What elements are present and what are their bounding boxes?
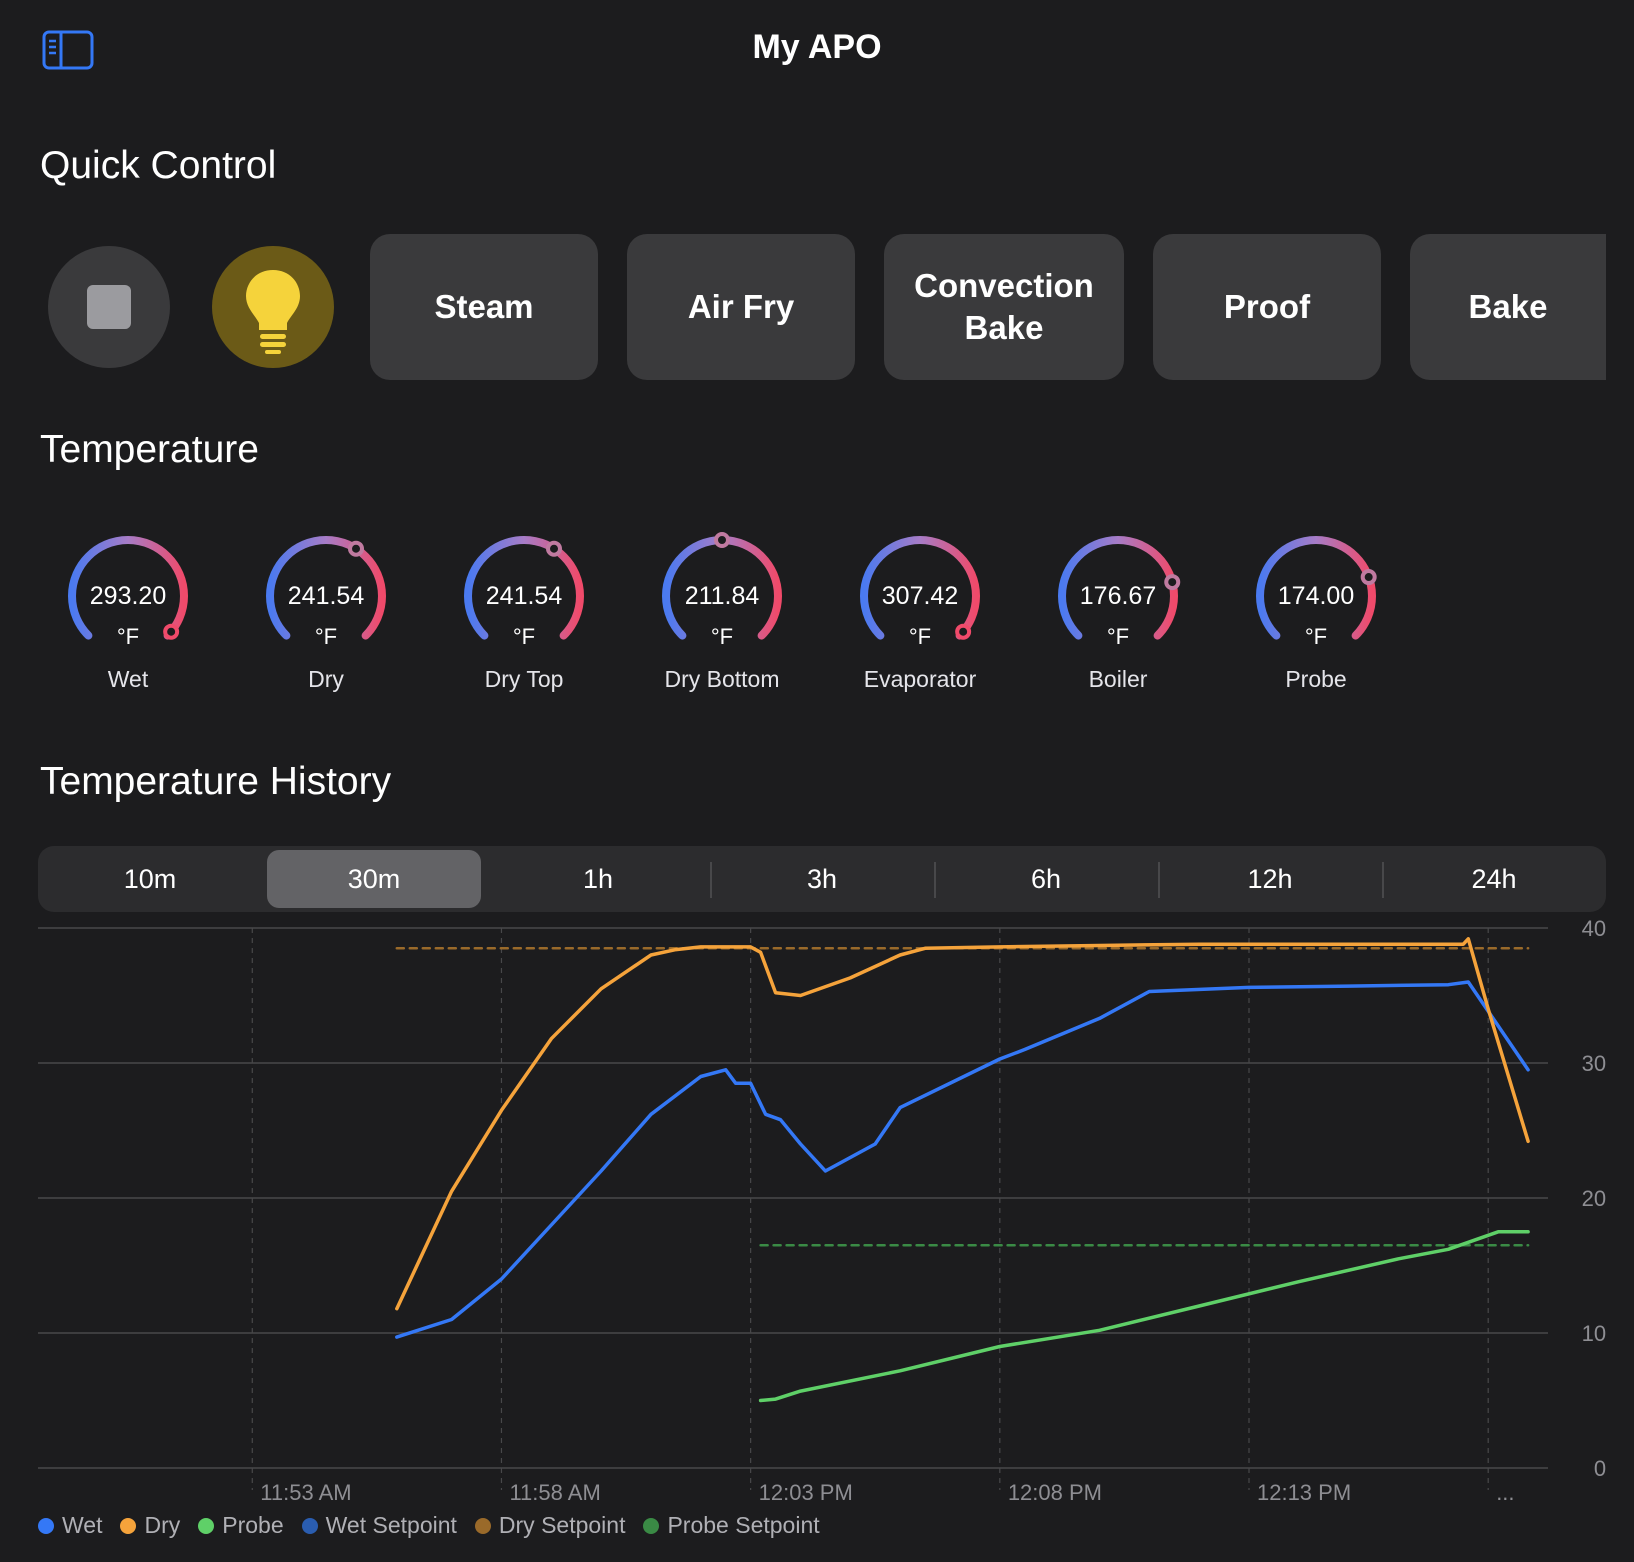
range-30m[interactable]: 30m — [267, 850, 481, 908]
legend-label: Wet — [62, 1512, 103, 1538]
gauge-label: Probe — [1285, 666, 1347, 692]
quick-control-title: Quick Control — [40, 144, 277, 187]
mode-button-steam[interactable]: Steam — [370, 234, 598, 380]
gauge-indicator — [546, 540, 563, 557]
range-1h[interactable]: 1h — [486, 846, 710, 912]
gauge-label: Boiler — [1088, 666, 1148, 692]
legend-item-wet: Wet — [38, 1512, 102, 1539]
gauge-wet: 293.20 °F Wet — [48, 528, 208, 698]
gauge-value: 293.20 — [89, 582, 167, 610]
legend-item-dry-setpoint: Dry Setpoint — [474, 1512, 626, 1539]
series-line-probe — [758, 1230, 1530, 1403]
range-6h[interactable]: 6h — [934, 846, 1158, 912]
range-24h[interactable]: 24h — [1382, 846, 1606, 912]
x-tick-label: 12:13 PM — [1257, 1480, 1351, 1500]
temperature-history-title: Temperature History — [40, 760, 392, 803]
gauge-dry-bottom: 211.84 °F Dry Bottom — [642, 528, 802, 698]
y-tick-label: 100 — [1582, 1321, 1606, 1346]
gauge-value: 241.54 — [287, 582, 365, 610]
legend-label: Wet Setpoint — [325, 1512, 457, 1538]
gauge-value: 307.42 — [881, 582, 959, 610]
gauge-dry: 241.54 °F Dry — [246, 528, 406, 698]
gauge-probe: 174.00 °F Probe — [1236, 528, 1396, 698]
legend-label: Dry — [144, 1512, 181, 1538]
range-3h[interactable]: 3h — [710, 846, 934, 912]
legend-dot — [198, 1517, 215, 1534]
legend-item-dry: Dry — [120, 1512, 180, 1539]
mode-button-convection-bake[interactable]: Convection Bake — [884, 234, 1124, 380]
gauge-evaporator: 307.42 °F Evaporator — [840, 528, 1000, 698]
lightbulb-icon — [246, 270, 300, 354]
gauge-indicator — [714, 532, 730, 548]
series-line-wet — [395, 980, 1530, 1339]
stop-square-icon — [87, 285, 131, 329]
mode-button-bake[interactable]: Bake — [1410, 234, 1606, 380]
gauge-unit: °F — [1106, 624, 1130, 649]
mode-button-air-fry[interactable]: Air Fry — [627, 234, 855, 380]
gauge-boiler: 176.67 °F Boiler — [1038, 528, 1198, 698]
series-line-dry — [395, 937, 1530, 1311]
legend-label: Probe Setpoint — [667, 1512, 820, 1538]
x-tick-label: 12:08 PM — [1008, 1480, 1102, 1500]
y-tick-label: 300 — [1582, 1051, 1606, 1076]
x-tick-label: 11:53 AM — [260, 1480, 351, 1500]
legend-dot — [120, 1517, 137, 1534]
range-10m[interactable]: 10m — [38, 846, 262, 912]
gauge-unit: °F — [1304, 624, 1328, 649]
temperature-history-chart: 400 300 200 100 0 11:53 AM 11:58 AM 12:03 PM 12:… — [38, 920, 1606, 1500]
y-tick-label: 400 — [1582, 920, 1606, 941]
gauge-label: Evaporator — [863, 666, 977, 692]
legend-label: Probe — [222, 1512, 284, 1538]
time-range-segmented-control: 10m 30m 1h 3h 6h 12h 24h — [38, 846, 1606, 912]
legend-dot — [301, 1517, 318, 1534]
y-tick-label: 200 — [1582, 1186, 1606, 1211]
legend-item-wet-setpoint: Wet Setpoint — [301, 1512, 457, 1539]
gauge-value: 174.00 — [1277, 582, 1355, 610]
gauge-unit: °F — [116, 624, 140, 649]
gauge-value: 176.67 — [1079, 582, 1157, 610]
legend-label: Dry Setpoint — [498, 1512, 626, 1538]
legend-dot — [474, 1517, 491, 1534]
light-button[interactable] — [212, 246, 334, 368]
legend-dot — [38, 1517, 54, 1534]
gauge-dry-top: 241.54 °F Dry Top — [444, 528, 604, 698]
legend-item-probe-setpoint: Probe Setpoint — [643, 1512, 820, 1539]
gauge-value: 211.84 — [684, 582, 760, 610]
gauge-indicator — [348, 540, 365, 557]
x-tick-label: 11:58 AM — [509, 1480, 600, 1500]
legend-item-probe: Probe — [198, 1512, 284, 1539]
temperature-title: Temperature — [40, 428, 259, 471]
chart-legend: Wet Dry Probe Wet Setpoint Dry Setpoint … — [38, 1512, 820, 1539]
gauge-label: Dry Bottom — [664, 666, 780, 692]
gauge-label: Dry Top — [484, 666, 564, 692]
y-tick-label: 0 — [1594, 1456, 1606, 1481]
app-title: My APO — [752, 28, 882, 66]
x-tick-label: ... — [1496, 1480, 1514, 1500]
legend-dot — [643, 1517, 660, 1534]
range-12h[interactable]: 12h — [1158, 846, 1382, 912]
stop-button[interactable] — [48, 246, 170, 368]
x-tick-label: 12:03 PM — [759, 1480, 853, 1500]
gauge-unit: °F — [314, 624, 338, 649]
gauge-value: 241.54 — [485, 582, 563, 610]
gauge-unit: °F — [908, 624, 932, 649]
gauge-label: Dry — [308, 666, 344, 692]
gauge-unit: °F — [512, 624, 536, 649]
gauge-unit: °F — [710, 624, 734, 649]
gauge-label: Wet — [107, 666, 149, 692]
mode-button-proof[interactable]: Proof — [1153, 234, 1381, 380]
